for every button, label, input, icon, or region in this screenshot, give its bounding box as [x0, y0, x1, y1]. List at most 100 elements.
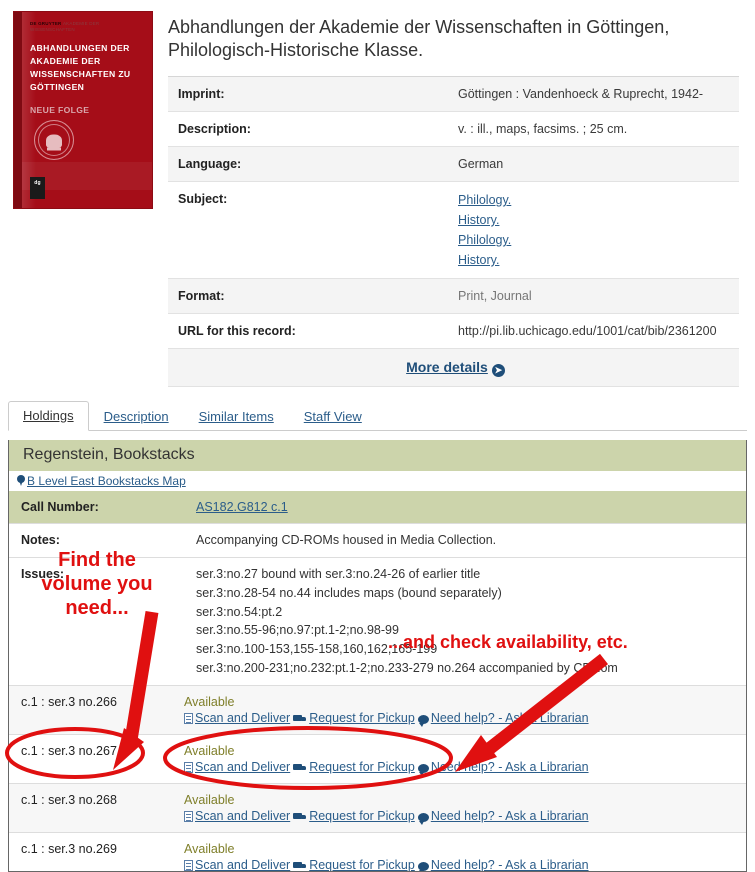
chat-bubble-icon: [417, 763, 429, 776]
subject-values: Philology. History. Philology. History.: [448, 181, 739, 279]
request-for-pickup-link[interactable]: Request for Pickup: [309, 760, 415, 774]
book-cover-image: DE GRUYTER AKADEMIE DER WISSENSCHAFTEN A…: [14, 12, 152, 208]
call-number-label: Call Number:: [9, 490, 184, 524]
more-details-cell: More details ➤: [168, 348, 739, 387]
issue-line: ser.3:no.200-231;no.232:pt.1-2;no.233-27…: [196, 660, 618, 675]
ask-a-librarian-link[interactable]: Need help? - Ask a Librarian: [431, 711, 589, 725]
imprint-label: Imprint:: [168, 75, 448, 112]
degruyter-logo-icon: dg: [30, 177, 45, 199]
scan-and-deliver-link[interactable]: Scan and Deliver: [195, 858, 290, 871]
item-info: Available Scan and Deliver Request for Pi…: [184, 833, 746, 871]
url-label: URL for this record:: [168, 313, 448, 349]
tab-similar-items[interactable]: Similar Items: [184, 402, 289, 431]
truck-icon: [293, 763, 307, 773]
holdings-item-row: c.1 : ser.3 no.268 Available Scan and De…: [9, 782, 746, 832]
table-row: Notes: Accompanying CD-ROMs housed in Me…: [9, 523, 746, 559]
document-icon: [184, 761, 193, 773]
cover-publisher-mark: DE GRUYTER AKADEMIE DER WISSENSCHAFTEN: [30, 21, 100, 32]
item-info: Available Scan and Deliver Request for Pi…: [184, 735, 746, 783]
table-row: Language: German: [168, 146, 739, 182]
more-details-button[interactable]: More details ➤: [406, 359, 505, 378]
bookstacks-map-link[interactable]: B Level East Bookstacks Map: [27, 474, 186, 488]
record-metadata: Abhandlungen der Akademie der Wissenscha…: [160, 6, 755, 387]
table-row: URL for this record: http://pi.lib.uchic…: [168, 313, 739, 349]
status-badge: Available: [184, 694, 235, 709]
ask-a-librarian-link[interactable]: Need help? - Ask a Librarian: [431, 858, 589, 871]
scan-and-deliver-link[interactable]: Scan and Deliver: [195, 809, 290, 823]
record-summary: DE GRUYTER AKADEMIE DER WISSENSCHAFTEN A…: [0, 0, 755, 387]
issues-label: Issues:: [9, 557, 184, 685]
issue-line: ser.3:no.55-96;no.97:pt.1-2;no.98-99: [196, 623, 399, 638]
table-row: Imprint: Göttingen : Vandenhoeck & Rupre…: [168, 75, 739, 112]
call-number-value: AS182.G812 c.1: [184, 490, 746, 524]
issue-line: ser.3:no.54:pt.2: [196, 604, 283, 619]
scan-and-deliver-link[interactable]: Scan and Deliver: [195, 760, 290, 774]
item-call-number: c.1 : ser.3 no.266: [21, 694, 117, 709]
cover-title-text: ABHANDLUNGEN DER AKADEMIE DER WISSENSCHA…: [30, 43, 131, 92]
cover-subtitle-text: NEUE FOLGE: [30, 105, 90, 115]
tab-staff-view[interactable]: Staff View: [289, 402, 377, 431]
truck-icon: [293, 812, 307, 822]
subject-link[interactable]: Philology.: [458, 230, 733, 250]
call-number-link[interactable]: AS182.G812 c.1: [196, 500, 288, 514]
subject-label: Subject:: [168, 181, 448, 279]
holdings-item-row: c.1 : ser.3 no.269 Available Scan and De…: [9, 831, 746, 871]
format-value: Print, Journal: [448, 278, 739, 314]
page-title: Abhandlungen der Akademie der Wissenscha…: [168, 17, 670, 61]
item-actions: Scan and Deliver Request for Pickup Need h…: [184, 809, 738, 825]
table-row: Description: v. : ill., maps, facsims. ;…: [168, 110, 739, 147]
item-actions: Scan and Deliver Request for Pickup Need h…: [184, 760, 738, 776]
subject-link[interactable]: Philology.: [458, 190, 733, 210]
table-row: Format: Print, Journal: [168, 278, 739, 314]
chat-bubble-icon: [417, 714, 429, 727]
item-info: Available Scan and Deliver Request for Pi…: [184, 686, 746, 734]
item-call-number: c.1 : ser.3 no.269: [21, 841, 117, 856]
more-details-label: More details: [406, 359, 488, 376]
tab-description[interactable]: Description: [89, 402, 184, 431]
item-call-number: c.1 : ser.3 no.268: [21, 792, 117, 807]
document-icon: [184, 712, 193, 724]
scan-and-deliver-link[interactable]: Scan and Deliver: [195, 711, 290, 725]
request-for-pickup-link[interactable]: Request for Pickup: [309, 858, 415, 871]
table-row: Call Number: AS182.G812 c.1: [9, 490, 746, 524]
item-call-number: c.1 : ser.3 no.267: [21, 743, 117, 758]
issue-line: ser.3:no.100-153,155-158,160,162,165-199: [196, 642, 438, 657]
request-for-pickup-link[interactable]: Request for Pickup: [309, 711, 415, 725]
table-row: Issues: ser.3:no.27 bound with ser.3:no.…: [9, 557, 746, 685]
status-badge: Available: [184, 792, 235, 807]
description-value: v. : ill., maps, facsims. ; 25 cm.: [448, 110, 739, 147]
table-row: Subject: Philology. History. Philology. …: [168, 181, 739, 279]
item-actions: Scan and Deliver Request for Pickup Need h…: [184, 711, 738, 727]
holdings-item-row: c.1 : ser.3 no.266 Available Scan and De…: [9, 684, 746, 734]
format-label: Format:: [168, 278, 448, 314]
document-icon: [184, 810, 193, 822]
imprint-value: Göttingen : Vandenhoeck & Ruprecht, 1942…: [448, 75, 739, 112]
status-badge: Available: [184, 743, 235, 758]
url-value: http://pi.lib.uchicago.edu/1001/cat/bib/…: [448, 313, 739, 349]
subject-link[interactable]: History.: [458, 210, 733, 230]
language-label: Language:: [168, 146, 448, 182]
description-label: Description:: [168, 110, 448, 147]
record-tabs: Holdings Description Similar Items Staff…: [8, 400, 747, 431]
cover-container: DE GRUYTER AKADEMIE DER WISSENSCHAFTEN A…: [0, 6, 160, 387]
notes-value: Accompanying CD-ROMs housed in Media Col…: [184, 523, 746, 559]
more-details-row: More details ➤: [168, 348, 739, 387]
holdings-detail-table: Call Number: AS182.G812 c.1 Notes: Accom…: [9, 490, 746, 685]
request-for-pickup-link[interactable]: Request for Pickup: [309, 809, 415, 823]
holdings-location-header: Regenstein, Bookstacks: [9, 439, 746, 471]
subject-link[interactable]: History.: [458, 250, 733, 270]
issues-value: ser.3:no.27 bound with ser.3:no.24-26 of…: [184, 557, 746, 685]
item-actions: Scan and Deliver Request for Pickup Need h…: [184, 858, 738, 871]
metadata-table: Imprint: Göttingen : Vandenhoeck & Rupre…: [168, 75, 739, 387]
ask-a-librarian-link[interactable]: Need help? - Ask a Librarian: [431, 760, 589, 774]
ask-a-librarian-link[interactable]: Need help? - Ask a Librarian: [431, 809, 589, 823]
truck-icon: [293, 861, 307, 871]
location-pin-icon: [17, 474, 25, 486]
issue-line: ser.3:no.27 bound with ser.3:no.24-26 of…: [196, 567, 481, 582]
tab-holdings[interactable]: Holdings: [8, 400, 89, 431]
chat-bubble-icon: [417, 812, 429, 825]
academy-seal-icon: [34, 120, 74, 160]
holdings-panel: Regenstein, Bookstacks B Level East Book…: [8, 439, 747, 872]
chat-bubble-icon: [417, 861, 429, 871]
status-badge: Available: [184, 841, 235, 856]
